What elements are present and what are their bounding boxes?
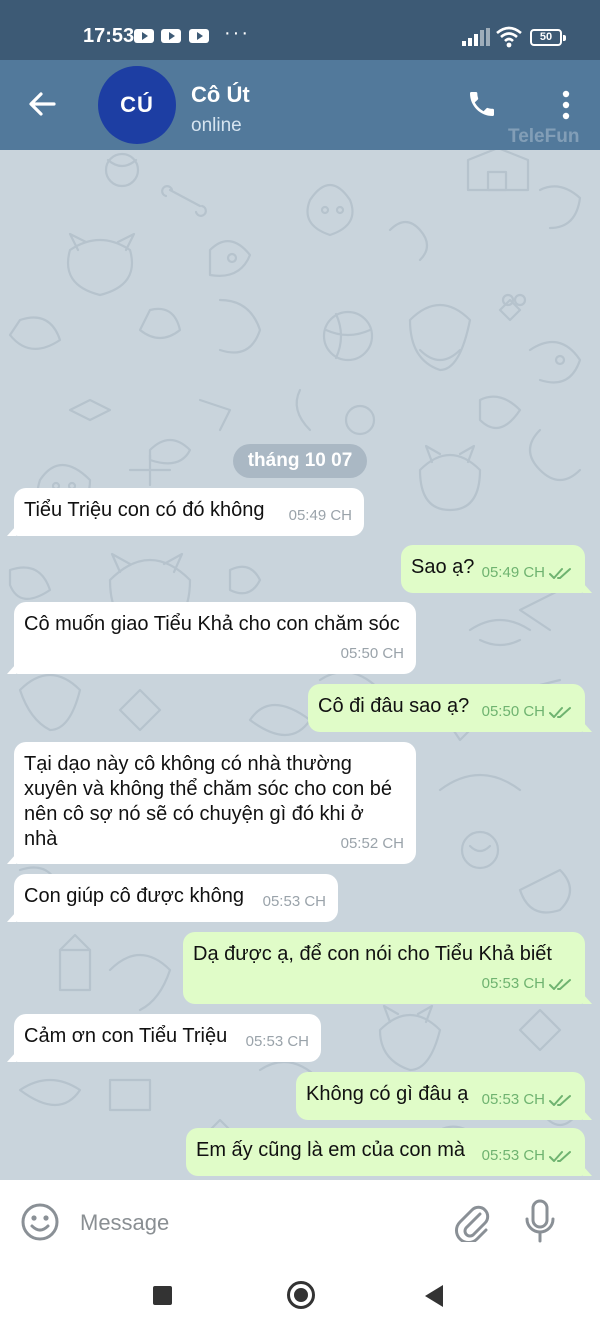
mic-icon[interactable] — [522, 1198, 558, 1244]
youtube-icon — [161, 29, 181, 43]
message-time: 05:53 CH — [245, 1033, 309, 1050]
contact-name[interactable]: Cô Út — [191, 82, 250, 108]
wifi-icon — [496, 26, 522, 48]
home-icon[interactable] — [287, 1281, 315, 1309]
message-time: 05:52 CH — [340, 835, 404, 852]
message-composer — [0, 1180, 600, 1264]
recent-apps-icon[interactable] — [153, 1286, 172, 1305]
youtube-icon — [189, 29, 209, 43]
avatar[interactable]: CÚ — [98, 66, 176, 144]
emoji-icon[interactable] — [20, 1202, 60, 1242]
message-time: 05:53 CH — [481, 975, 545, 992]
message-bubble-incoming[interactable]: Cảm ơn con Tiểu Triệu 05:53 CH — [7, 1014, 321, 1062]
watermark: TeleFun — [508, 126, 580, 147]
message-time: 05:53 CH — [481, 1091, 545, 1108]
attach-icon[interactable] — [454, 1200, 490, 1242]
system-nav-bar — [0, 1264, 600, 1333]
phone-icon[interactable] — [466, 88, 498, 120]
double-check-icon — [549, 1094, 571, 1106]
message-time: 05:53 CH — [262, 893, 326, 910]
message-text: Tiểu Triệu con có đó không — [24, 499, 265, 521]
back-arrow-icon[interactable] — [26, 88, 58, 120]
nav-back-icon[interactable] — [425, 1285, 443, 1307]
message-text: Sao ạ? — [411, 556, 475, 578]
message-time: 05:49 CH — [288, 507, 352, 524]
double-check-icon — [549, 1150, 571, 1162]
battery-icon: 50 — [530, 29, 566, 46]
chat-area[interactable]: tháng 10 07 Tiểu Triệu con có đó không 0… — [0, 150, 600, 1180]
signal-icon — [462, 28, 490, 46]
message-time: 05:50 CH — [481, 703, 545, 720]
message-time: 05:49 CH — [481, 564, 545, 581]
message-text: Không có gì đâu ạ — [306, 1083, 469, 1105]
message-text: Con giúp cô được không — [24, 885, 244, 907]
message-bubble-incoming[interactable]: Cô muốn giao Tiểu Khả cho con chăm sóc 0… — [7, 602, 416, 674]
more-notifications-icon: ··· — [224, 22, 250, 44]
double-check-icon — [549, 567, 571, 579]
message-bubble-outgoing[interactable]: Cô đi đâu sao ạ? 05:50 CH — [308, 684, 592, 732]
message-text: Cảm ơn con Tiểu Triệu — [24, 1025, 228, 1047]
message-bubble-outgoing[interactable]: Em ấy cũng là em của con mà 05:53 CH — [186, 1128, 592, 1176]
message-bubble-outgoing[interactable]: Sao ạ? 05:49 CH — [401, 545, 592, 593]
double-check-icon — [549, 706, 571, 718]
message-input[interactable] — [80, 1207, 400, 1239]
message-bubble-outgoing[interactable]: Dạ được ạ, để con nói cho Tiểu Khả biết … — [183, 932, 592, 1004]
message-bubble-incoming[interactable]: Tại dạo này cô không có nhà thường xuyên… — [7, 742, 416, 864]
status-bar: 17:53 ··· 50 — [0, 0, 600, 60]
message-text: Dạ được ạ, để con nói cho Tiểu Khả biết — [193, 943, 552, 965]
date-chip: tháng 10 07 — [233, 444, 367, 478]
message-bubble-incoming[interactable]: Tiểu Triệu con có đó không 05:49 CH — [7, 488, 364, 536]
message-text: Cô muốn giao Tiểu Khả cho con chăm sóc — [24, 613, 400, 635]
message-meta: 05:53 CH — [482, 1087, 573, 1112]
message-meta: 05:53 CH — [482, 1143, 573, 1168]
message-meta: 05:50 CH — [482, 699, 573, 724]
message-text: Cô đi đâu sao ạ? — [318, 695, 470, 717]
message-time: 05:50 CH — [340, 645, 404, 662]
message-meta: 05:49 CH — [482, 560, 573, 585]
contact-status: online — [191, 115, 242, 136]
double-check-icon — [549, 978, 571, 990]
message-text: Em ấy cũng là em của con mà — [196, 1139, 466, 1161]
message-bubble-outgoing[interactable]: Không có gì đâu ạ 05:53 CH — [296, 1072, 592, 1120]
youtube-icon — [134, 29, 154, 43]
more-vert-icon[interactable] — [552, 88, 580, 122]
message-time: 05:53 CH — [481, 1147, 545, 1164]
message-text: Tại dạo này cô không có nhà thường xuyên… — [24, 753, 393, 850]
message-bubble-incoming[interactable]: Con giúp cô được không 05:53 CH — [7, 874, 338, 922]
message-meta: 05:53 CH — [482, 971, 573, 996]
chat-header: CÚ Cô Út online TeleFun — [0, 60, 600, 150]
status-time: 17:53 — [83, 25, 135, 47]
